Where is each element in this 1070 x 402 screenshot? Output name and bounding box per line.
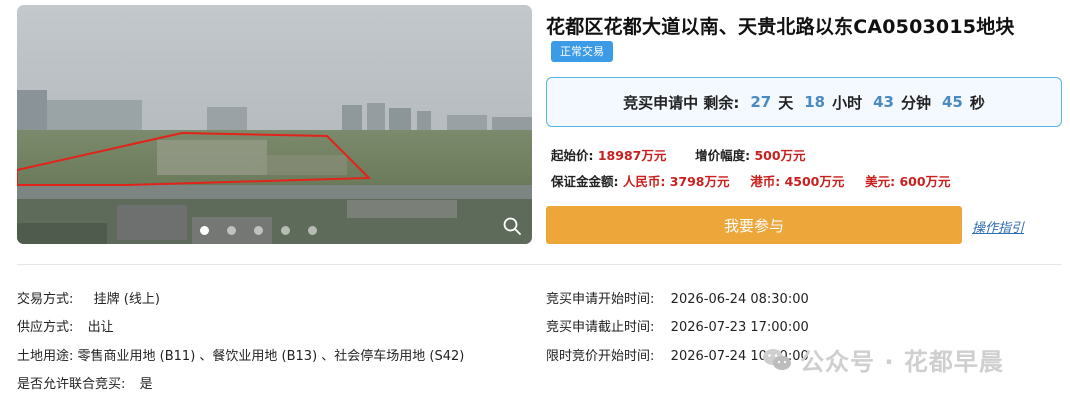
supply-mode-row: 供应方式: 出让 (17, 316, 114, 335)
listing-title: 花都区花都大道以南、天贵北路以东CA0503015地块 (546, 16, 1015, 38)
operation-guide-link[interactable]: 操作指引 (972, 217, 1024, 236)
watermark-text: 公众号 · 花都早晨 (800, 348, 1004, 376)
countdown-minutes-unit: 分钟 (900, 93, 931, 112)
supply-mode-label: 供应方式: (17, 320, 74, 335)
countdown-days: 27 (750, 93, 772, 111)
application-countdown: 竞买申请中 剩余: 27 天 18 小时 43 分钟 45 秒 (546, 77, 1062, 127)
apply-start-value: 2026-06-24 08:30:00 (670, 292, 809, 307)
parcel-aerial-photo[interactable] (17, 5, 532, 244)
joint-bid-row: 是否允许联合竞买: 是 (17, 373, 153, 392)
carousel-dot[interactable] (200, 226, 209, 235)
increment-value: 500万元 (754, 148, 806, 163)
apply-end-value: 2026-07-23 17:00:00 (670, 320, 809, 335)
carousel-dot[interactable] (308, 226, 317, 235)
countdown-minutes: 43 (873, 93, 894, 111)
apply-end-row: 竞买申请截止时间: 2026-07-23 17:00:00 (546, 316, 809, 335)
countdown-seconds-unit: 秒 (969, 93, 985, 112)
deposit-row: 保证金金额: 人民币: 3798万元 港币: 4500万元 美元: 600万元 (551, 171, 951, 190)
apply-start-label: 竞买申请开始时间: (546, 292, 655, 307)
watermark: 公众号 · 花都早晨 (762, 342, 1004, 377)
apply-end-label: 竞买申请截止时间: (546, 320, 655, 335)
joint-bid-label: 是否允许联合竞买: (17, 377, 126, 392)
deposit-hkd-label: 港币: (750, 174, 781, 189)
supply-mode-value: 出让 (87, 320, 114, 335)
increment-label: 增价幅度: (695, 148, 751, 163)
carousel-dots (17, 226, 532, 235)
countdown-label: 竞买申请中 剩余: (623, 93, 740, 112)
trade-mode-value: 挂牌 (线上) (93, 292, 160, 307)
deposit-rmb-value: 3798万元 (669, 174, 730, 189)
apply-start-row: 竞买申请开始时间: 2026-06-24 08:30:00 (546, 288, 809, 307)
countdown-hours-unit: 小时 (832, 93, 863, 112)
deposit-usd-value: 600万元 (899, 174, 951, 189)
land-use-value: 零售商业用地 (B11) 、餐饮业用地 (B13) 、社会停车场用地 (S42) (77, 349, 465, 364)
wechat-icon (763, 348, 791, 370)
status-badge: 正常交易 (551, 41, 613, 62)
countdown-days-unit: 天 (778, 93, 794, 112)
trade-mode-label: 交易方式: (17, 292, 74, 307)
deposit-hkd-value: 4500万元 (784, 174, 845, 189)
deposit-usd-label: 美元: (865, 174, 896, 189)
join-auction-button[interactable]: 我要参与 (546, 206, 962, 244)
deposit-rmb-label: 人民币: (622, 174, 666, 189)
carousel-dot[interactable] (254, 226, 263, 235)
section-divider (17, 264, 1062, 265)
joint-bid-value: 是 (139, 377, 153, 392)
price-row: 起始价: 18987万元 增价幅度: 500万元 (551, 145, 806, 164)
land-use-row: 土地用途: 零售商业用地 (B11) 、餐饮业用地 (B13) 、社会停车场用地… (17, 345, 464, 364)
aerial-photo-image (17, 5, 532, 244)
land-use-label: 土地用途: (17, 349, 74, 364)
carousel-dot[interactable] (227, 226, 236, 235)
deposit-label: 保证金金额: (551, 174, 619, 189)
magnifier-icon[interactable] (502, 216, 522, 236)
trade-mode-row: 交易方式: 挂牌 (线上) (17, 288, 160, 307)
carousel-dot[interactable] (281, 226, 290, 235)
start-price-value: 18987万元 (597, 148, 667, 163)
countdown-hours: 18 (804, 93, 826, 111)
start-price-label: 起始价: (551, 148, 594, 163)
timed-bid-start-label: 限时竞价开始时间: (546, 349, 655, 364)
countdown-seconds: 45 (942, 93, 963, 111)
